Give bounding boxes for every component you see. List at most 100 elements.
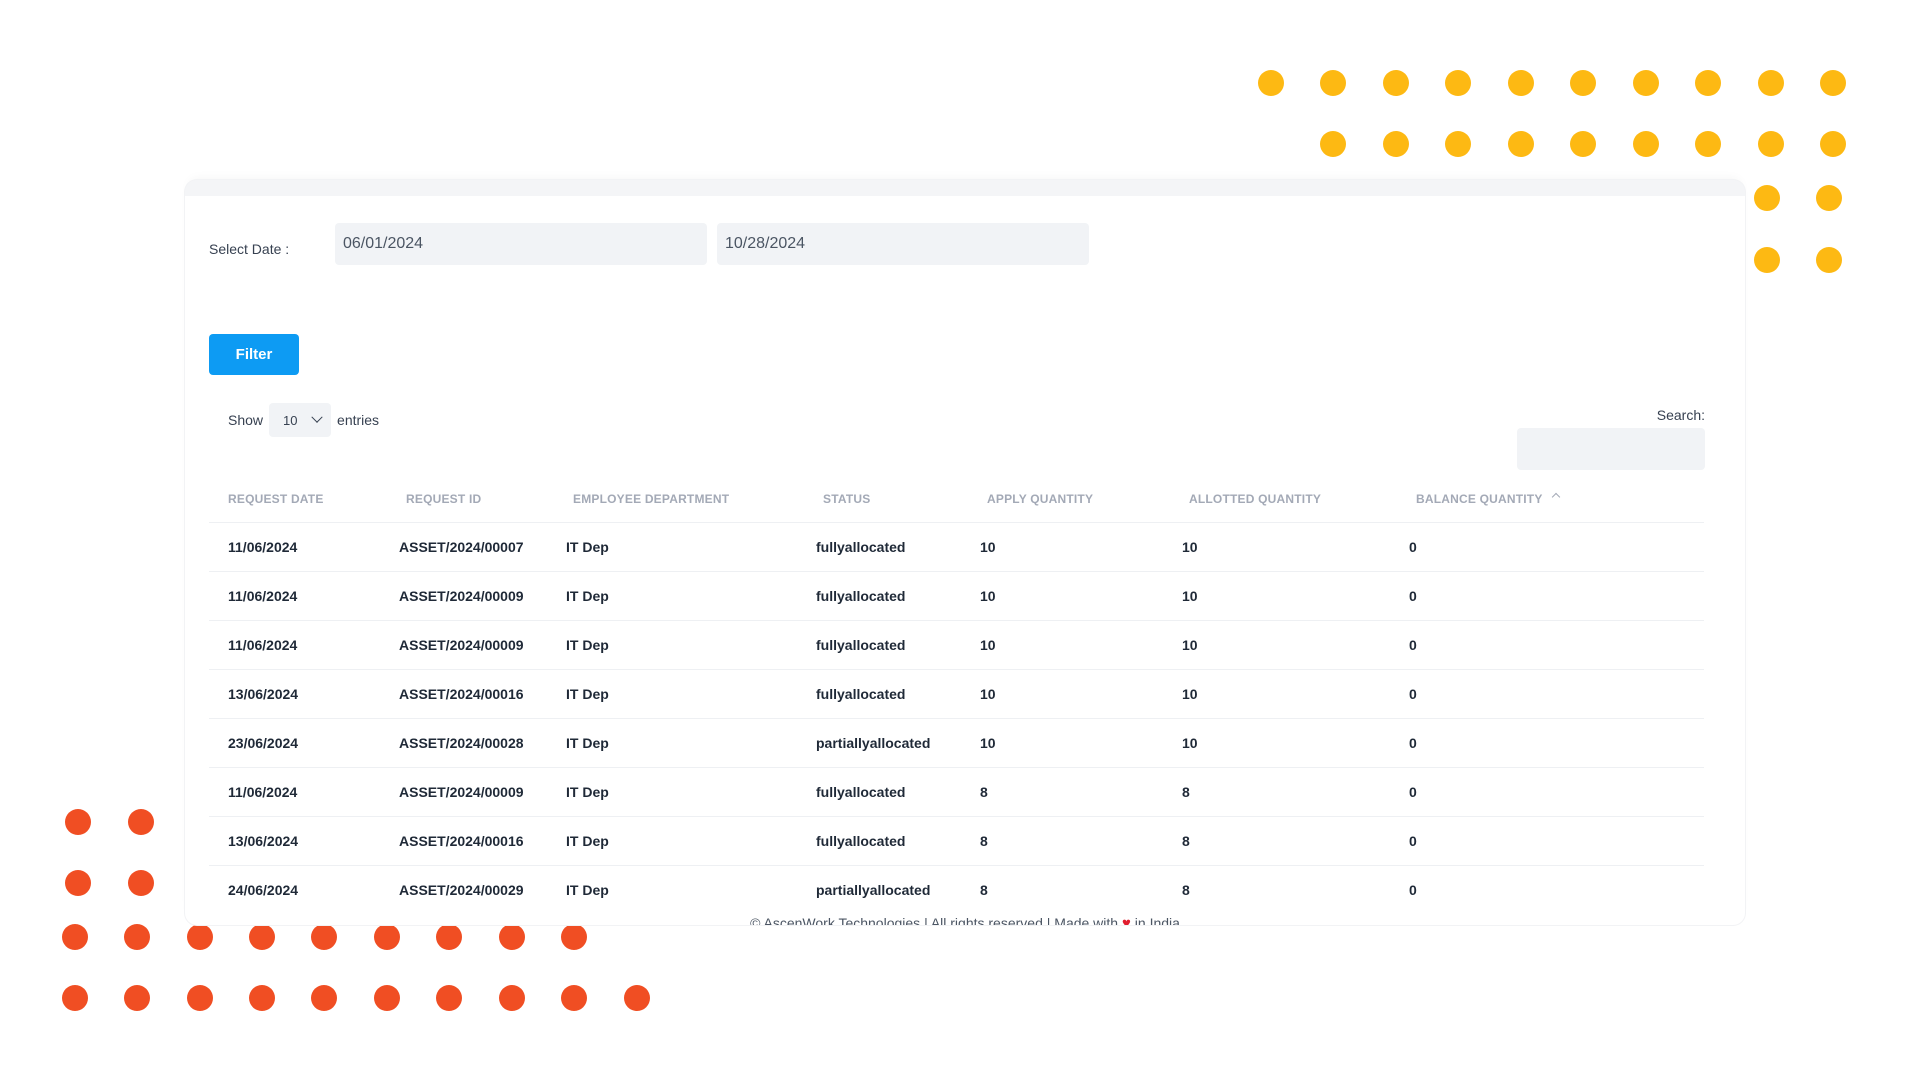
yellow-dot [1816, 246, 1843, 273]
column-header-balance-quantity[interactable]: BALANCE QUANTITY [1397, 476, 1704, 523]
yellow-dot [1507, 131, 1534, 158]
cell-allotted-quantity: 10 [1170, 571, 1397, 621]
cell-status: fullyallocated [804, 571, 968, 621]
cell-apply-quantity: 10 [968, 571, 1170, 621]
red-dot [436, 923, 463, 950]
cell-balance-quantity: 0 [1397, 816, 1704, 866]
cell-balance-quantity: 0 [1397, 767, 1704, 817]
cell-balance-quantity: 0 [1397, 620, 1704, 670]
cell-request-id: ASSET/2024/00007 [387, 522, 554, 572]
yellow-dot [1753, 185, 1780, 212]
cell-allotted-quantity: 10 [1170, 669, 1397, 719]
red-dot [124, 923, 151, 950]
cell-status: partiallyallocated [804, 865, 968, 907]
red-dot [311, 923, 338, 950]
yellow-dot [1757, 70, 1784, 97]
yellow-dot [1570, 131, 1597, 158]
cell-request-date: 11/06/2024 [209, 767, 387, 817]
table-row[interactable]: 11/06/2024 ASSET/2024/00009 IT Dep fullyall… [209, 620, 1704, 670]
column-header-request-date[interactable]: REQUEST DATE [209, 476, 387, 523]
table-row[interactable]: 24/06/2024 ASSET/2024/00029 IT Dep partiall… [209, 865, 1704, 907]
cell-employee-department: IT Dep [554, 522, 804, 572]
red-dot [186, 984, 213, 1011]
cell-status: fullyallocated [804, 522, 968, 572]
table-row[interactable]: 13/06/2024 ASSET/2024/00016 IT Dep fullyall… [209, 816, 1704, 866]
footer-text-after: in India [1130, 915, 1180, 925]
red-dot [498, 984, 525, 1011]
column-header-allotted-quantity[interactable]: ALLOTTED QUANTITY [1170, 476, 1397, 523]
yellow-dot [1820, 70, 1847, 97]
yellow-dot [1570, 70, 1597, 97]
page: Select Date : 06/01/2024 10/28/2024 Filt… [0, 0, 1920, 1080]
cell-apply-quantity: 10 [968, 620, 1170, 670]
yellow-dot [1320, 131, 1347, 158]
footer: © AscenWork Technologies | All rights re… [185, 915, 1745, 925]
cell-request-id: ASSET/2024/00028 [387, 718, 554, 768]
yellow-dot [1816, 185, 1843, 212]
cell-status: fullyallocated [804, 620, 968, 670]
table-row[interactable]: 23/06/2024 ASSET/2024/00028 IT Dep partiall… [209, 718, 1704, 768]
cell-status: fullyallocated [804, 669, 968, 719]
yellow-dot [1445, 70, 1472, 97]
cell-request-date: 11/06/2024 [209, 522, 387, 572]
red-dot [124, 984, 151, 1011]
yellow-dot [1757, 131, 1784, 158]
red-dot [373, 984, 400, 1011]
cell-request-date: 13/06/2024 [209, 816, 387, 866]
footer-text-before: © AscenWork Technologies | All rights re… [750, 915, 1122, 925]
cell-employee-department: IT Dep [554, 816, 804, 866]
red-dot [186, 923, 213, 950]
column-header-employee-department[interactable]: EMPLOYEE DEPARTMENT [554, 476, 804, 523]
table-row[interactable]: 11/06/2024 ASSET/2024/00009 IT Dep fullyall… [209, 767, 1704, 817]
red-dot [561, 923, 588, 950]
yellow-dot [1320, 70, 1347, 97]
column-header-request-id[interactable]: REQUEST ID [387, 476, 554, 523]
column-header-balance-quantity-label: BALANCE QUANTITY [1416, 491, 1543, 506]
cell-allotted-quantity: 8 [1170, 816, 1397, 866]
cell-allotted-quantity: 10 [1170, 718, 1397, 768]
cell-request-date: 23/06/2024 [209, 718, 387, 768]
red-dot [127, 869, 154, 896]
column-header-status[interactable]: STATUS [804, 476, 968, 523]
sort-ascending-icon [1551, 492, 1560, 501]
cell-request-date: 24/06/2024 [209, 865, 387, 907]
red-dot [127, 808, 154, 835]
cell-status: fullyallocated [804, 767, 968, 817]
yellow-dot [1382, 70, 1409, 97]
table-viewport[interactable]: REQUEST DATE REQUEST ID EMPLOYEE DEPARTM… [185, 196, 1745, 907]
red-dot [498, 923, 525, 950]
cell-balance-quantity: 0 [1397, 571, 1704, 621]
cell-employee-department: IT Dep [554, 767, 804, 817]
cell-employee-department: IT Dep [554, 718, 804, 768]
yellow-dot [1820, 131, 1847, 158]
cell-request-id: ASSET/2024/00029 [387, 865, 554, 907]
table-row[interactable]: 11/06/2024 ASSET/2024/00007 IT Dep fullyall… [209, 522, 1704, 572]
cell-balance-quantity: 0 [1397, 669, 1704, 719]
yellow-dot [1695, 70, 1722, 97]
column-header-apply-quantity[interactable]: APPLY QUANTITY [968, 476, 1170, 523]
red-dot [61, 984, 88, 1011]
cell-request-id: ASSET/2024/00009 [387, 571, 554, 621]
table-row[interactable]: 11/06/2024 ASSET/2024/00009 IT Dep fullyall… [209, 571, 1704, 621]
table-row[interactable]: 13/06/2024 ASSET/2024/00016 IT Dep fullyall… [209, 669, 1704, 719]
cell-employee-department: IT Dep [554, 669, 804, 719]
red-dot [61, 923, 88, 950]
cell-apply-quantity: 8 [968, 865, 1170, 907]
red-dot [561, 984, 588, 1011]
cell-employee-department: IT Dep [554, 571, 804, 621]
cell-balance-quantity: 0 [1397, 522, 1704, 572]
red-dot [65, 808, 92, 835]
cell-request-date: 13/06/2024 [209, 669, 387, 719]
cell-allotted-quantity: 10 [1170, 620, 1397, 670]
yellow-dot [1632, 70, 1659, 97]
table-header-row: REQUEST DATE REQUEST ID EMPLOYEE DEPARTM… [209, 476, 1704, 523]
cell-request-date: 11/06/2024 [209, 571, 387, 621]
cell-request-id: ASSET/2024/00009 [387, 620, 554, 670]
cell-apply-quantity: 8 [968, 767, 1170, 817]
cell-request-id: ASSET/2024/00016 [387, 816, 554, 866]
cell-employee-department: IT Dep [554, 865, 804, 907]
yellow-dot [1382, 131, 1409, 158]
cell-status: fullyallocated [804, 816, 968, 866]
cell-request-date: 11/06/2024 [209, 620, 387, 670]
table-body: 11/06/2024 ASSET/2024/00007 IT Dep fullyall… [209, 522, 1704, 907]
